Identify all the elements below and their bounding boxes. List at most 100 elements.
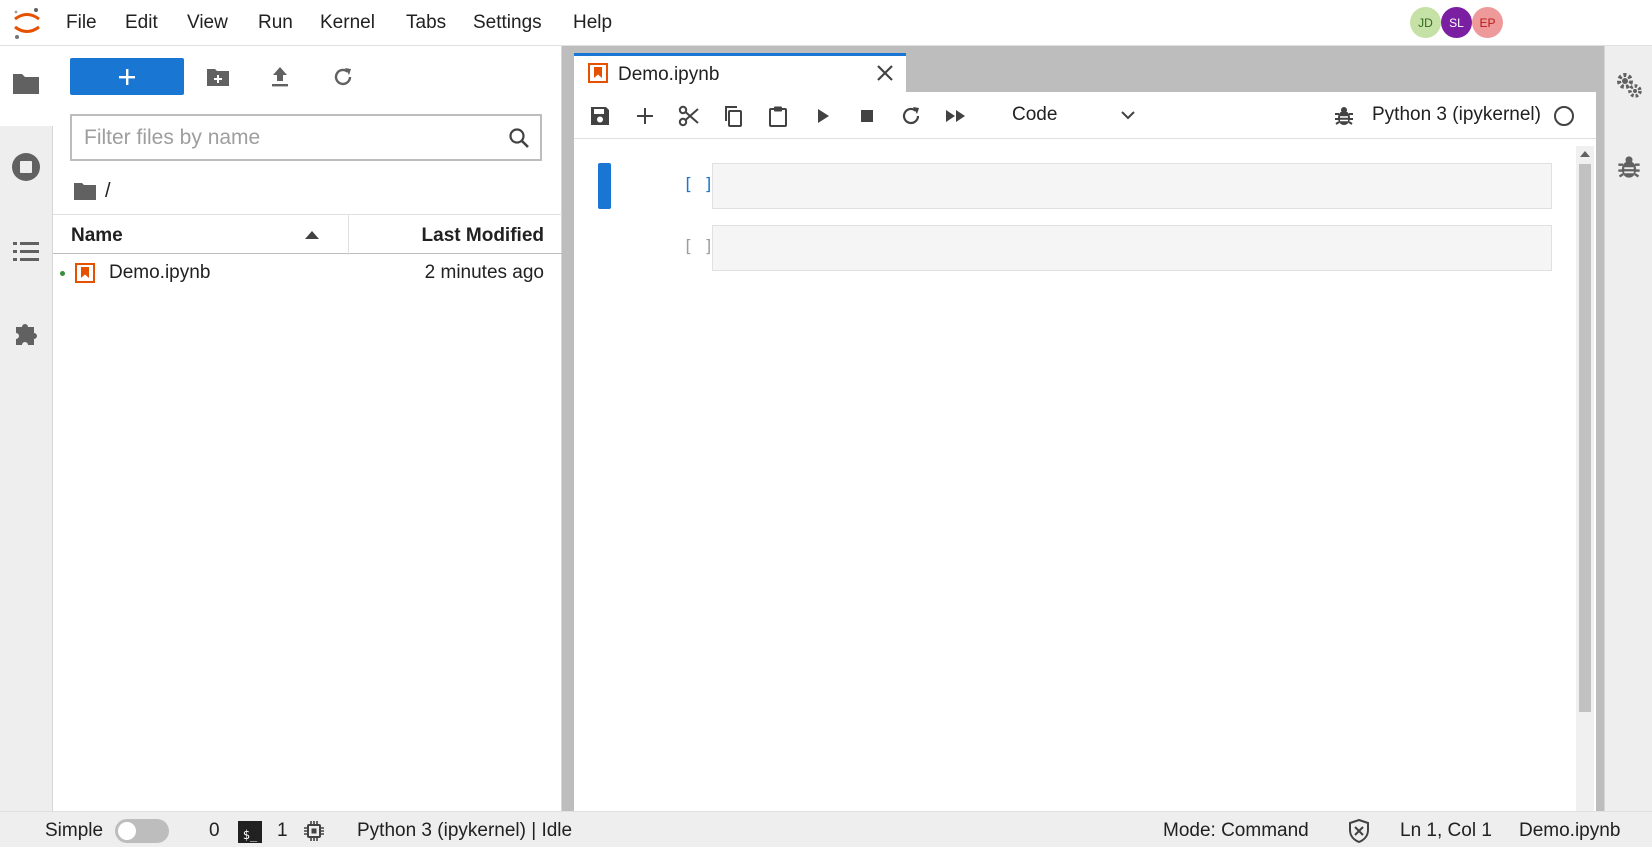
kernels-count[interactable]: 1	[277, 820, 288, 842]
code-cell[interactable]: [ ]:	[574, 163, 1554, 209]
column-divider[interactable]	[348, 215, 349, 255]
menu-run[interactable]: Run	[258, 12, 293, 34]
close-icon[interactable]	[874, 62, 896, 84]
add-cell-icon	[637, 108, 653, 124]
left-sidebar	[0, 46, 53, 811]
main-dock-area: Demo.ipynb Code Python 3 (ipykernel) []…	[562, 46, 1604, 847]
scroll-up-arrow[interactable]	[1580, 151, 1590, 157]
stop-icon	[861, 110, 873, 122]
terminal-icon[interactable]: $_	[238, 821, 262, 843]
restart-run-all-button[interactable]	[942, 102, 970, 130]
copy-button[interactable]	[719, 102, 747, 130]
cell-type-select[interactable]: Code	[1004, 99, 1144, 131]
file-modified-time: 2 minutes ago	[424, 262, 544, 283]
cut-button[interactable]	[675, 102, 703, 130]
chevron-down-icon	[1121, 111, 1135, 120]
user-avatar-sl[interactable]: SL	[1441, 7, 1472, 38]
file-list-header: Name Last Modified	[53, 214, 562, 255]
extension-icon[interactable]	[11, 318, 41, 348]
tab-label: Demo.ipynb	[618, 64, 720, 85]
file-name: Demo.ipynb	[109, 262, 211, 283]
upload-icon	[272, 67, 288, 87]
right-sidebar	[1604, 46, 1652, 811]
cursor-position[interactable]: Ln 1, Col 1	[1400, 820, 1492, 842]
toc-icon[interactable]	[11, 236, 41, 266]
refresh-button[interactable]	[328, 62, 358, 92]
restart-kernel-button[interactable]	[897, 102, 925, 130]
breadcrumb: /	[73, 176, 111, 206]
plus-icon	[119, 68, 135, 85]
notebook-icon	[75, 263, 95, 283]
restart-icon	[902, 107, 920, 125]
new-folder-icon	[207, 69, 229, 86]
search-icon	[509, 128, 529, 148]
user-avatar-ep[interactable]: EP	[1472, 7, 1503, 38]
status-bar: Simple 0 $_ 1 Python 3 (ipykernel) | Idl…	[0, 811, 1652, 847]
kernel-name-button[interactable]: Python 3 (ipykernel)	[1372, 104, 1541, 126]
filter-files-input[interactable]	[84, 124, 484, 151]
document-tabbar: Demo.ipynb	[562, 46, 1604, 93]
interrupt-kernel-button[interactable]	[853, 102, 881, 130]
insert-cell-button[interactable]	[631, 102, 659, 130]
kernel-idle-indicator	[1554, 106, 1574, 126]
code-cell[interactable]: [ ]:	[574, 225, 1554, 271]
menu-settings[interactable]: Settings	[473, 12, 542, 34]
running-icon[interactable]	[11, 152, 41, 182]
new-launcher-button[interactable]	[70, 58, 184, 95]
save-icon	[591, 107, 609, 125]
trust-shield-icon[interactable]	[1348, 818, 1370, 847]
copy-icon	[725, 106, 742, 127]
scrollbar-thumb[interactable]	[1579, 164, 1591, 712]
toggle-knob	[118, 822, 136, 840]
run-cell-button[interactable]	[809, 102, 837, 130]
running-indicator	[60, 271, 65, 276]
menu-view[interactable]: View	[187, 12, 228, 34]
file-browser: / Name Last Modified Demo.ipynb 2 minute…	[53, 46, 562, 811]
menu-edit[interactable]: Edit	[125, 12, 158, 34]
paste-button[interactable]	[764, 102, 792, 130]
cell-type-label: Code	[1012, 104, 1058, 125]
notebook-toolbar: Code Python 3 (ipykernel)	[574, 92, 1596, 139]
current-file-name: Demo.ipynb	[1519, 820, 1621, 841]
folder-icon[interactable]	[11, 68, 41, 98]
notebook-cells: [ ]: [ ]:	[574, 140, 1596, 847]
bug-icon	[1335, 107, 1353, 125]
refresh-icon	[334, 68, 352, 86]
menubar: File Edit View Run Kernel Tabs Settings …	[0, 0, 1652, 46]
notebook-mode-text: Mode: Command	[1163, 820, 1309, 841]
paste-icon	[769, 106, 787, 127]
cell-input-area[interactable]	[712, 163, 1552, 209]
column-last-modified[interactable]: Last Modified	[422, 225, 544, 247]
debugger-toggle-button[interactable]	[1330, 102, 1358, 130]
breadcrumb-root[interactable]: /	[105, 180, 111, 203]
column-name[interactable]: Name	[71, 225, 123, 247]
menu-file[interactable]: File	[66, 12, 97, 34]
new-folder-button[interactable]	[203, 62, 233, 92]
file-list-item[interactable]: Demo.ipynb 2 minutes ago	[53, 257, 562, 289]
notebook-icon	[588, 63, 608, 83]
filter-box	[70, 114, 542, 161]
sort-ascending-icon	[305, 231, 319, 239]
cell-collapser[interactable]	[598, 163, 611, 209]
save-button[interactable]	[586, 102, 614, 130]
kernel-status-text[interactable]: Python 3 (ipykernel) | Idle	[357, 820, 572, 842]
debugger-icon[interactable]	[1614, 152, 1644, 182]
menu-tabs[interactable]: Tabs	[406, 12, 446, 34]
simple-mode-toggle[interactable]	[115, 819, 169, 843]
user-avatar-jd[interactable]: JD	[1410, 7, 1441, 38]
vertical-scrollbar[interactable]	[1576, 146, 1594, 847]
run-all-icon	[946, 110, 965, 122]
cell-input-area[interactable]	[712, 225, 1552, 271]
tab-demo-notebook[interactable]: Demo.ipynb	[574, 53, 906, 93]
home-folder-icon[interactable]	[73, 181, 97, 201]
kernel-chip-icon[interactable]	[303, 820, 325, 847]
simple-mode-label: Simple	[45, 820, 104, 841]
notebook-panel: Code Python 3 (ipykernel) [ ]: [ ]:	[574, 92, 1596, 847]
terminals-count[interactable]: 0	[209, 820, 220, 842]
run-icon	[818, 109, 829, 123]
upload-button[interactable]	[265, 62, 295, 92]
menu-kernel[interactable]: Kernel	[320, 12, 375, 34]
property-inspector-icon[interactable]	[1614, 70, 1644, 100]
cut-icon	[678, 105, 699, 127]
menu-help[interactable]: Help	[573, 12, 612, 34]
